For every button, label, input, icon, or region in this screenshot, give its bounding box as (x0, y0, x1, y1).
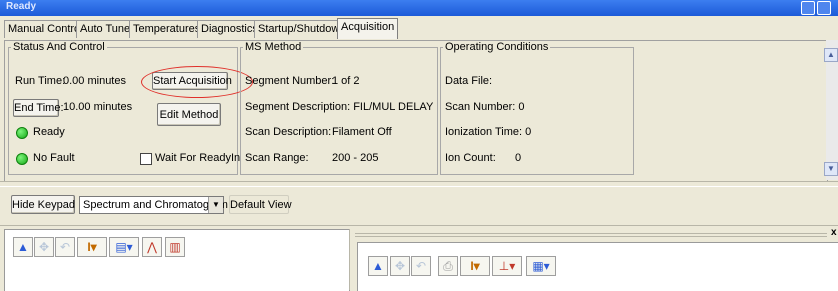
scan-description-label: Scan Description: (245, 126, 332, 138)
cursor-tool-icon[interactable]: I▾ (460, 256, 490, 276)
hide-keypad-button[interactable]: Hide Keypad (11, 195, 75, 214)
scale-tool-icon[interactable]: ▤▾ (109, 237, 139, 257)
view-select[interactable]: Spectrum and Chromatogram ▼ (79, 196, 228, 214)
undo-zoom-icon[interactable]: ↶ (411, 256, 431, 276)
run-time-value: 0.00 minutes (63, 75, 126, 87)
default-view-button[interactable]: Default View (229, 195, 292, 214)
wait-for-readyin-label: Wait For ReadyIn (155, 152, 241, 164)
scan-range-label: Scan Range: (245, 152, 309, 164)
chromatogram-pane: ▲ ✥ ↶ I▾ ▤▾ ⋀ ▥ (4, 229, 350, 291)
layout-icon[interactable]: ▦▾ (526, 256, 556, 276)
layout-icon[interactable]: ▥ (165, 237, 185, 257)
spectrum-pane-area: x ▲ ✥ ↶ ⎙ I▾ ⊥▾ ▦▾ (355, 227, 838, 291)
tab-manual-control[interactable]: Manual Control (4, 20, 87, 38)
tab-acquisition[interactable]: Acquisition (337, 18, 399, 39)
scroll-down-icon[interactable]: ▼ (824, 162, 838, 176)
run-time-label: Run Time: (15, 75, 66, 87)
end-time-button[interactable]: End Time: (13, 99, 64, 117)
pane-header-line-1 (355, 233, 827, 234)
data-file-label: Data File: (445, 75, 493, 87)
tab-temperatures[interactable]: Temperatures (129, 20, 205, 38)
range-tool-icon[interactable]: ⊥▾ (492, 256, 522, 276)
scan-description-value: Filament Off (332, 126, 392, 138)
segment-number-label: Segment Number: (245, 75, 335, 87)
no-fault-status-icon (16, 153, 28, 165)
close-icon[interactable]: x (831, 227, 837, 238)
ms-method-legend: MS Method (245, 41, 302, 53)
panel-vertical-scrollbar[interactable]: ▲ ▼ (824, 40, 838, 180)
spectrum-pane: ▲ ✥ ↶ ⎙ I▾ ⊥▾ ▦▾ (357, 242, 838, 291)
maximize-icon[interactable] (817, 1, 831, 15)
ion-count-label: Ion Count: (445, 152, 496, 164)
operating-legend: Operating Conditions (445, 41, 549, 53)
view-select-value: Spectrum and Chromatogram (83, 199, 228, 211)
tab-startup-shutdown[interactable]: Startup/Shutdown (254, 20, 350, 38)
segment-number-value: 1 of 2 (332, 75, 360, 87)
undo-zoom-icon[interactable]: ↶ (55, 237, 75, 257)
scroll-up-icon[interactable]: ▲ (824, 48, 838, 62)
tab-diagnostics[interactable]: Diagnostics (197, 20, 262, 38)
window-title: Ready (6, 1, 37, 12)
end-time-value: 10.00 minutes (63, 101, 133, 113)
no-fault-text: No Fault (33, 152, 75, 164)
tab-auto-tune[interactable]: Auto Tune (76, 20, 135, 38)
edit-method-button[interactable]: Edit Method (157, 103, 221, 126)
scan-number: Scan Number: 0 (445, 101, 525, 113)
arrow-up-icon[interactable]: ▲ (368, 256, 388, 276)
title-bar: Ready (0, 0, 838, 16)
peak-icon[interactable]: ⋀ (142, 237, 162, 257)
acquisition-panel: Status And Control Run Time: 0.00 minute… (4, 40, 828, 182)
pan-icon[interactable]: ✥ (390, 256, 410, 276)
minimize-icon[interactable] (801, 1, 815, 15)
pane-header-line-2 (355, 236, 827, 237)
arrow-up-icon[interactable]: ▲ (13, 237, 33, 257)
scan-range-value: 200 - 205 (332, 152, 379, 164)
horizontal-splitter[interactable] (0, 181, 838, 187)
wait-for-readyin-checkbox[interactable] (140, 153, 152, 165)
status-legend: Status And Control (13, 41, 105, 53)
print-icon[interactable]: ⎙ (438, 256, 458, 276)
ionization-time: Ionization Time: 0 (445, 126, 532, 138)
highlight-circle (141, 66, 253, 98)
chevron-down-icon[interactable]: ▼ (208, 197, 223, 213)
cursor-tool-icon[interactable]: I▾ (77, 237, 107, 257)
ready-status-icon (16, 127, 28, 139)
ion-count-value: 0 (515, 152, 522, 164)
segment-description: Segment Description: FIL/MUL DELAY (245, 101, 434, 113)
ready-text: Ready (33, 126, 65, 138)
pan-icon[interactable]: ✥ (34, 237, 54, 257)
